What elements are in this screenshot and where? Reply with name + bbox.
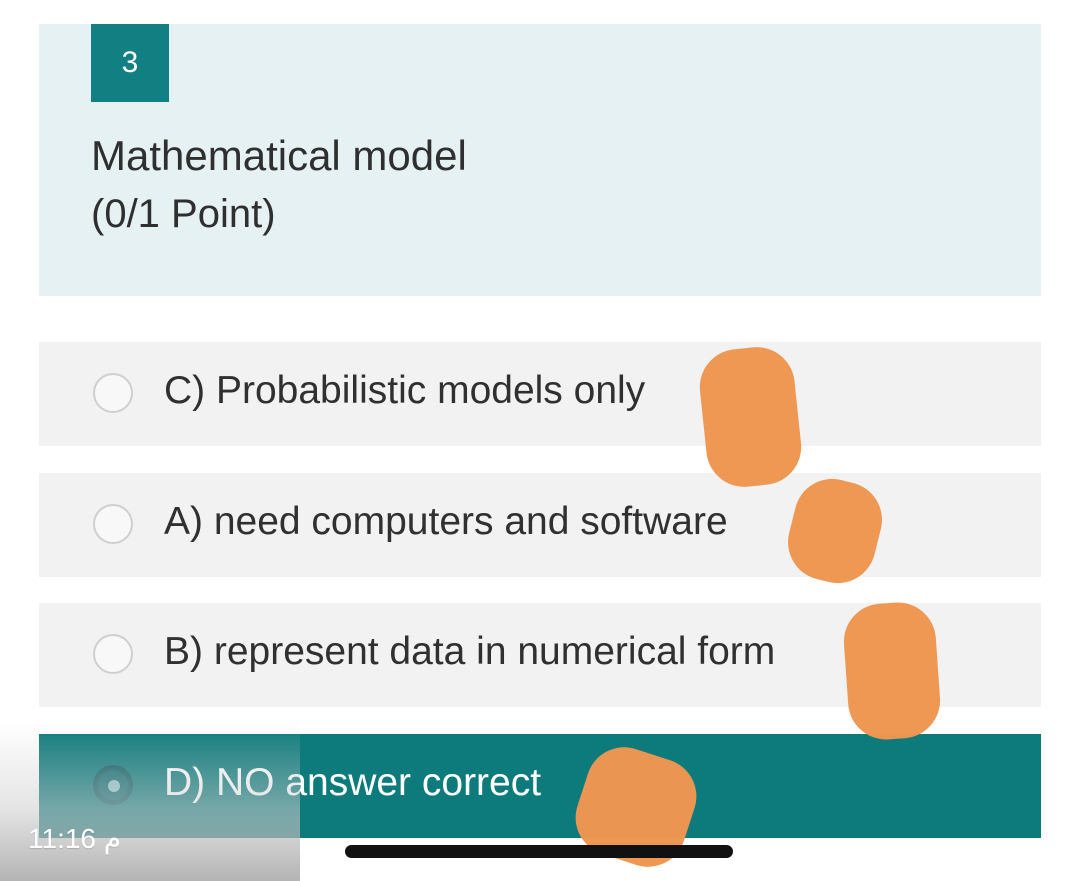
answer-option-label: A) need computers and software <box>164 500 728 543</box>
answer-option-label: B) represent data in numerical form <box>164 630 776 673</box>
radio-icon[interactable] <box>93 373 133 413</box>
answer-option-label: D) NO answer correct <box>164 761 542 804</box>
answer-option-a[interactable]: A) need computers and software <box>39 473 1041 577</box>
question-card: 3 Mathematical model (0/1 Point) <box>39 24 1041 296</box>
scribble-mark-c <box>696 343 805 491</box>
scribble-mark-b <box>841 599 943 743</box>
question-number-badge: 3 <box>91 24 169 102</box>
question-points: (0/1 Point) <box>91 192 276 236</box>
radio-icon[interactable] <box>93 634 133 674</box>
home-indicator[interactable] <box>345 845 733 858</box>
radio-icon[interactable] <box>93 765 133 805</box>
answer-option-label: C) Probabilistic models only <box>164 369 646 412</box>
radio-icon[interactable] <box>93 504 133 544</box>
answer-option-d[interactable]: D) NO answer correct <box>39 734 1041 838</box>
question-title: Mathematical model <box>91 132 467 179</box>
answer-option-c[interactable]: C) Probabilistic models only <box>39 342 1041 446</box>
status-time: 11:16 م <box>28 823 122 854</box>
